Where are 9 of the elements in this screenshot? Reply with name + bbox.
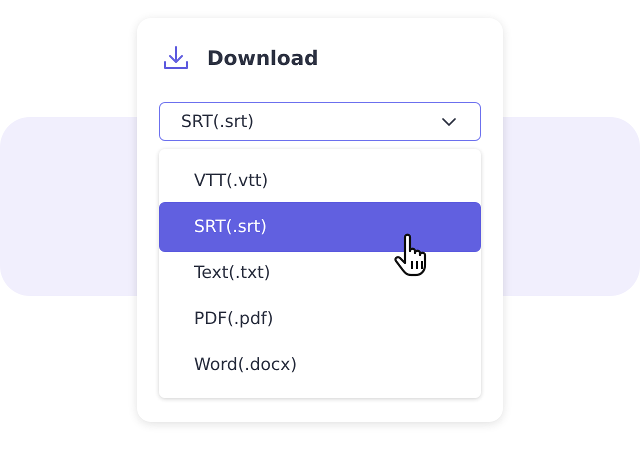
dropdown-option[interactable]: PDF(.pdf): [159, 296, 481, 342]
dropdown-option[interactable]: Text(.txt): [159, 250, 481, 296]
dropdown-option[interactable]: Word(.docx): [159, 342, 481, 388]
dropdown-option[interactable]: VTT(.vtt): [159, 158, 481, 204]
panel-title: Download: [207, 46, 318, 70]
download-icon: [163, 45, 189, 71]
dropdown-option[interactable]: SRT(.srt): [159, 202, 481, 252]
format-select[interactable]: SRT(.srt): [159, 102, 481, 141]
chevron-down-icon: [442, 118, 456, 126]
